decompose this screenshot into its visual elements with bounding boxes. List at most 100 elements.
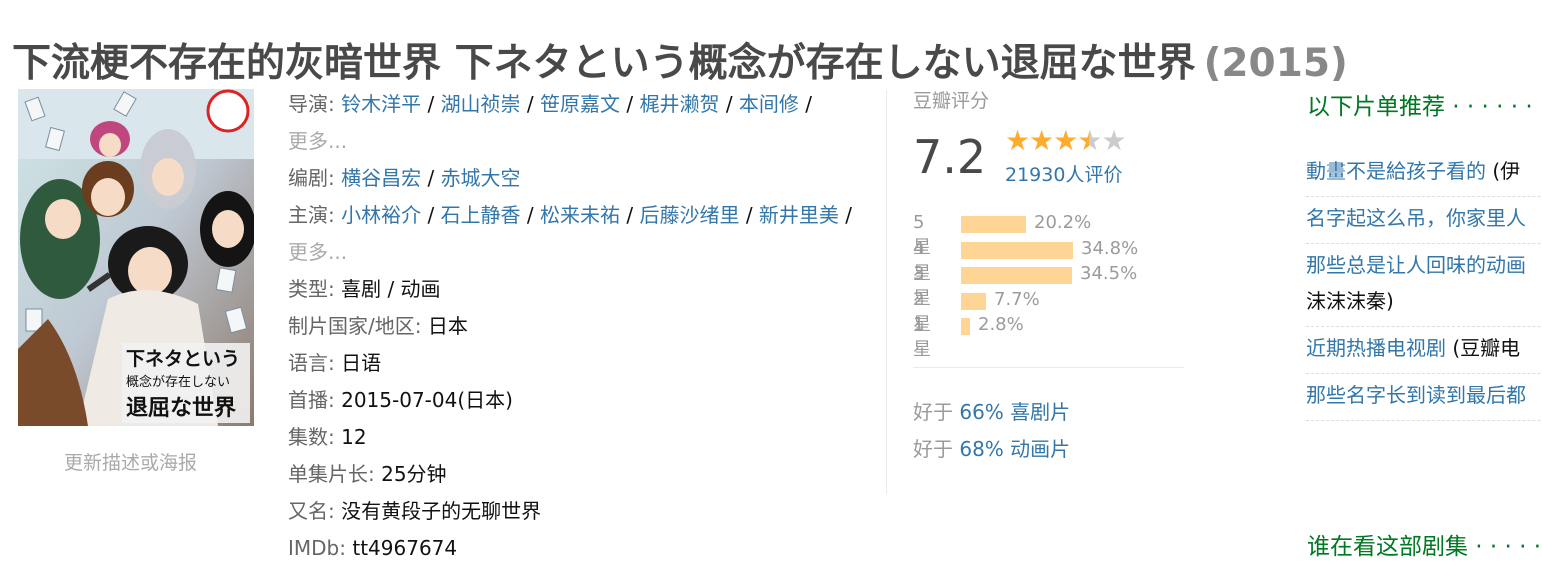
runtime-value: 25分钟 bbox=[381, 462, 447, 486]
rating-bar-fill bbox=[961, 318, 970, 335]
writer-link[interactable]: 赤城大空 bbox=[441, 166, 521, 190]
rating-bar-fill bbox=[961, 267, 1072, 284]
episodes-label: 集数: bbox=[288, 425, 335, 449]
star-full-icon: ★ bbox=[1029, 124, 1054, 157]
imdb-value: tt4967674 bbox=[352, 536, 458, 560]
country-value: 日本 bbox=[427, 314, 468, 338]
poster-logo-line3: 退屈な世界 bbox=[126, 396, 236, 421]
director-link[interactable]: 梶井濑贺 bbox=[639, 92, 719, 116]
better-than-link[interactable]: 66% 喜剧片 bbox=[959, 400, 1070, 424]
genre-row: 类型: 喜剧 / 动画 bbox=[288, 271, 873, 308]
better-than-prefix: 好于 bbox=[913, 437, 953, 461]
cast-link[interactable]: 后藤沙绪里 bbox=[639, 203, 739, 227]
star-empty-icon: ★ bbox=[1101, 124, 1126, 157]
rating-stars: ★★★★★ bbox=[1005, 124, 1127, 157]
premiere-row: 首播: 2015-07-04(日本) bbox=[288, 382, 873, 419]
episodes-value: 12 bbox=[341, 425, 367, 449]
cast-link[interactable]: 石上静香 bbox=[441, 203, 521, 227]
cast-row: 主演: 小林裕介 / 石上静香 / 松来未祐 / 后藤沙绪里 / 新井里美 / … bbox=[288, 203, 853, 264]
list-item-title[interactable]: 那些名字长到读到最后都 bbox=[1306, 383, 1526, 407]
country-label: 制片国家/地区: bbox=[288, 314, 422, 338]
list-item-owner: 沫沫沫秦) bbox=[1306, 289, 1394, 313]
aka-label: 又名: bbox=[288, 499, 335, 523]
cast-more-link[interactable]: 更多... bbox=[288, 240, 347, 264]
movie-info: 导演: 铃木洋平 / 湖山祯崇 / 笹原嘉文 / 梶井濑贺 / 本间修 / 更多… bbox=[288, 86, 873, 567]
aka-row: 又名: 没有黄段子的无聊世界 bbox=[288, 493, 873, 530]
list-item[interactable]: 那些总是让人回味的动画 沫沫沫秦) bbox=[1306, 244, 1542, 327]
cast-label: 主演: bbox=[288, 203, 335, 227]
recommend-heading: 以下片单推荐 · · · · · · bbox=[1307, 94, 1533, 120]
rating-bar-fill bbox=[961, 292, 986, 310]
list-item-title[interactable]: 近期热播电视剧 bbox=[1306, 336, 1446, 360]
director-link[interactable]: 湖山祯崇 bbox=[441, 92, 521, 116]
list-item-title[interactable]: 動畫不是給孩子看的 bbox=[1306, 159, 1486, 183]
better-than: 好于 66% 喜剧片 好于 68% 动画片 bbox=[913, 394, 1070, 468]
rating-label: 豆瓣评分 bbox=[913, 90, 990, 112]
writer-label: 编剧: bbox=[288, 166, 335, 190]
premiere-label: 首播: bbox=[288, 388, 335, 412]
list-item-title[interactable]: 名字起这么吊，你家里人 bbox=[1306, 206, 1526, 230]
cast-link[interactable]: 小林裕介 bbox=[341, 203, 421, 227]
rating-bar-percent: 7.7% bbox=[994, 288, 1040, 310]
list-item-title[interactable]: 那些总是让人回味的动画 bbox=[1306, 253, 1526, 277]
rating-divider bbox=[913, 367, 1184, 368]
star-half-icon: ★ bbox=[1077, 124, 1102, 157]
rating-bar-percent: 2.8% bbox=[978, 314, 1024, 335]
rating-bar-percent: 34.5% bbox=[1080, 263, 1138, 284]
rating-panel: 豆瓣评分 7.2 ★★★★★ 21930人评价 5星 20.2% 4星 34.8% 3星… bbox=[913, 86, 1185, 360]
star-full-icon: ★ bbox=[1053, 124, 1078, 157]
list-item[interactable]: 近期热播电视剧 (豆瓣电 bbox=[1306, 327, 1542, 374]
sidebar: 以下片单推荐 · · · · · · 動畫不是給孩子看的 (伊 名字起这么吊，你… bbox=[1306, 0, 1542, 577]
list-item[interactable]: 動畫不是給孩子看的 (伊 bbox=[1306, 150, 1542, 197]
rating-bar-percent: 34.8% bbox=[1081, 237, 1139, 259]
better-than-row: 好于 66% 喜剧片 bbox=[913, 394, 1070, 431]
imdb-row: IMDb: tt4967674 bbox=[288, 530, 873, 567]
list-item-owner: (豆瓣电 bbox=[1446, 336, 1521, 360]
episodes-row: 集数: 12 bbox=[288, 419, 873, 456]
rating-bar-label: 1星 bbox=[913, 314, 931, 360]
recommend-list: 動畫不是給孩子看的 (伊 名字起这么吊，你家里人 那些总是让人回味的动画 沫沫沫秦… bbox=[1306, 150, 1542, 421]
director-more-link[interactable]: 更多... bbox=[288, 129, 347, 153]
update-poster-link[interactable]: 更新描述或海报 bbox=[64, 448, 197, 475]
premiere-value: 2015-07-04(日本) bbox=[341, 388, 513, 412]
rating-votes-link[interactable]: 21930人评价 bbox=[1005, 160, 1122, 187]
rating-bar-percent: 20.2% bbox=[1034, 212, 1092, 233]
better-than-row: 好于 68% 动画片 bbox=[913, 431, 1070, 468]
director-link[interactable]: 笹原嘉文 bbox=[540, 92, 620, 116]
rating-bar-fill bbox=[961, 241, 1073, 259]
language-row: 语言: 日语 bbox=[288, 345, 873, 382]
country-row: 制片国家/地区: 日本 bbox=[288, 308, 873, 345]
rating-score: 7.2 bbox=[913, 130, 987, 184]
watching-heading: 谁在看这部剧集 · · · · · · bbox=[1307, 534, 1542, 560]
director-link[interactable]: 本间修 bbox=[739, 92, 799, 116]
poster-logo-line1: 下ネタという bbox=[126, 348, 240, 370]
genre-value: 喜剧 / 动画 bbox=[341, 277, 441, 301]
cast-link[interactable]: 松来未祐 bbox=[540, 203, 620, 227]
genre-label: 类型: bbox=[288, 277, 335, 301]
language-value: 日语 bbox=[341, 351, 382, 375]
star-full-icon: ★ bbox=[1005, 124, 1030, 157]
runtime-row: 单集片长: 25分钟 bbox=[288, 456, 873, 493]
poster-logo-line2: 概念が存在しない bbox=[126, 374, 230, 390]
runtime-label: 单集片长: bbox=[288, 462, 375, 486]
title-main: 下流梗不存在的灰暗世界 下ネタという概念が存在しない退屈な世界 bbox=[12, 41, 1196, 87]
rating-bar-fill bbox=[961, 216, 1026, 233]
poster-image[interactable]: 下ネタという 概念が存在しない 退屈な世界 bbox=[18, 89, 254, 426]
director-label: 导演: bbox=[288, 92, 335, 116]
list-item-owner: (伊 bbox=[1486, 159, 1521, 183]
better-than-link[interactable]: 68% 动画片 bbox=[959, 437, 1070, 461]
imdb-label: IMDb: bbox=[288, 536, 346, 560]
aka-value: 没有黄段子的无聊世界 bbox=[341, 499, 542, 523]
poster-illustration: 下ネタという 概念が存在しない 退屈な世界 bbox=[18, 89, 254, 426]
list-item[interactable]: 名字起这么吊，你家里人 bbox=[1306, 197, 1542, 244]
page-title: 下流梗不存在的灰暗世界 下ネタという概念が存在しない退屈な世界 (2015) bbox=[12, 32, 1348, 88]
director-link[interactable]: 铃木洋平 bbox=[341, 92, 421, 116]
director-row: 导演: 铃木洋平 / 湖山祯崇 / 笹原嘉文 / 梶井濑贺 / 本间修 / 更多… bbox=[288, 92, 813, 153]
list-item[interactable]: 那些名字长到读到最后都 bbox=[1306, 374, 1542, 421]
writer-row: 编剧: 横谷昌宏 / 赤城大空 bbox=[288, 166, 521, 190]
vertical-divider bbox=[886, 90, 887, 494]
cast-link[interactable]: 新井里美 bbox=[759, 203, 839, 227]
writer-link[interactable]: 横谷昌宏 bbox=[341, 166, 421, 190]
language-label: 语言: bbox=[288, 351, 335, 375]
better-than-prefix: 好于 bbox=[913, 400, 953, 424]
